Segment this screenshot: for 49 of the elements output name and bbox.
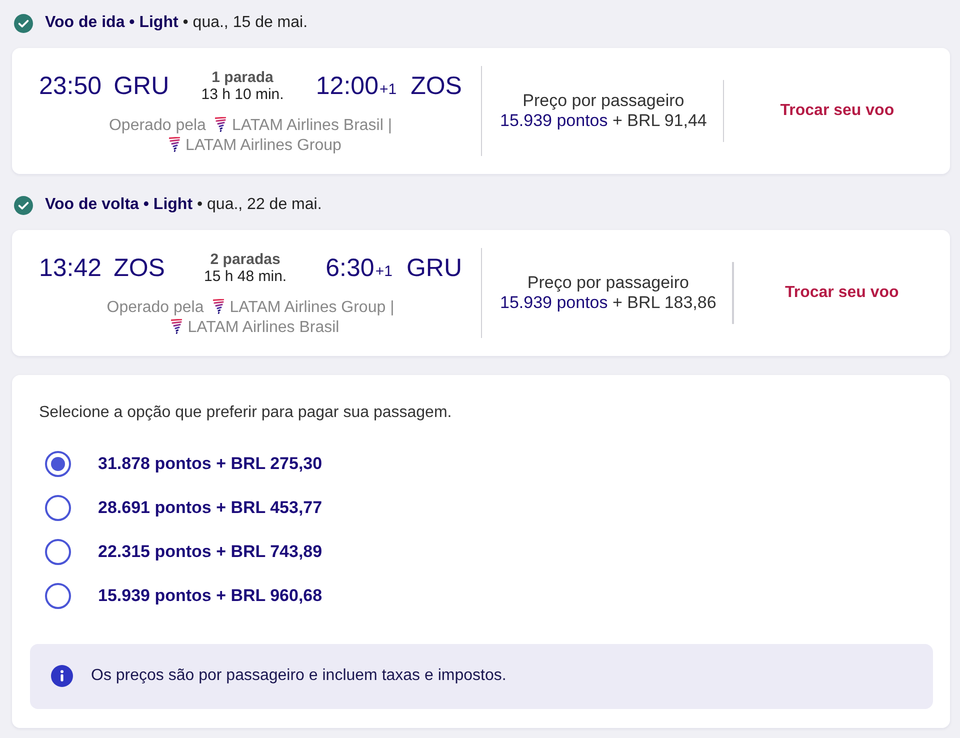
price-label: Preço por passageiro xyxy=(527,273,689,293)
check-circle-icon xyxy=(14,196,33,214)
radio-button[interactable] xyxy=(45,583,71,609)
carrier-separator: | xyxy=(390,299,394,316)
origin-code: ZOS xyxy=(114,254,165,282)
arrival-time: 6:30 xyxy=(326,254,374,282)
carrier-name: LATAM Airlines Group xyxy=(186,137,342,154)
arrival-time: 12:00 xyxy=(316,72,378,100)
payment-option-label[interactable]: 22.315 pontos + BRL 743,89 xyxy=(98,542,322,562)
payment-option-label[interactable]: 28.691 pontos + BRL 453,77 xyxy=(98,498,322,518)
stops-count: 2 paradas xyxy=(210,251,280,268)
check-circle-icon xyxy=(14,14,33,32)
payment-option-label[interactable]: 31.878 pontos + BRL 275,30 xyxy=(98,454,322,474)
destination-code: ZOS xyxy=(410,72,462,100)
operated-by-label: Operado pela xyxy=(106,299,204,316)
radio-button[interactable] xyxy=(45,495,71,521)
carrier-logo-icon xyxy=(170,319,182,334)
info-icon xyxy=(51,665,73,687)
segment-heading: Voo de volta • Light • qua., 22 de mai. xyxy=(45,196,322,214)
stops-count: 1 parada xyxy=(212,69,274,86)
price-cash: + BRL 91,44 xyxy=(612,111,707,130)
change-flight-button[interactable]: Trocar seu voo xyxy=(778,280,905,306)
carrier-logo-icon xyxy=(214,117,226,132)
segment-heading: Voo de ida • Light • qua., 15 de mai. xyxy=(45,14,308,32)
destination-code: GRU xyxy=(406,254,462,282)
carrier-logo-icon xyxy=(168,137,180,152)
flight-duration: 15 h 48 min. xyxy=(204,268,287,285)
operated-by-label: Operado pela xyxy=(108,117,206,134)
info-note-text: Os preços são por passageiro e incluem taxas e impostos. xyxy=(91,666,506,686)
change-flight-button[interactable]: Trocar seu voo xyxy=(774,98,900,124)
origin-code: GRU xyxy=(114,72,170,100)
carrier-separator: | xyxy=(388,117,392,134)
payment-option-label[interactable]: 15.939 pontos + BRL 960,68 xyxy=(98,586,322,606)
price-points: 15.939 pontos xyxy=(500,293,608,312)
departure-time: 23:50 xyxy=(39,72,102,100)
carrier-name: LATAM Airlines Brasil xyxy=(232,117,384,134)
price-points: 15.939 pontos xyxy=(500,111,608,130)
flight-duration: 13 h 10 min. xyxy=(201,86,284,103)
radio-button[interactable] xyxy=(45,451,71,477)
day-offset: +1 xyxy=(375,262,392,280)
radio-button[interactable] xyxy=(45,539,71,565)
carrier-name: LATAM Airlines Brasil xyxy=(188,319,340,336)
departure-time: 13:42 xyxy=(39,254,102,282)
price-cash: + BRL 183,86 xyxy=(612,293,716,312)
carrier-logo-icon xyxy=(212,299,224,314)
carrier-name: LATAM Airlines Group xyxy=(230,299,386,316)
price-label: Preço por passageiro xyxy=(522,91,684,111)
day-offset: +1 xyxy=(379,80,397,98)
payment-prompt: Selecione a opção que preferir para pagar sua passagem. xyxy=(38,403,453,423)
